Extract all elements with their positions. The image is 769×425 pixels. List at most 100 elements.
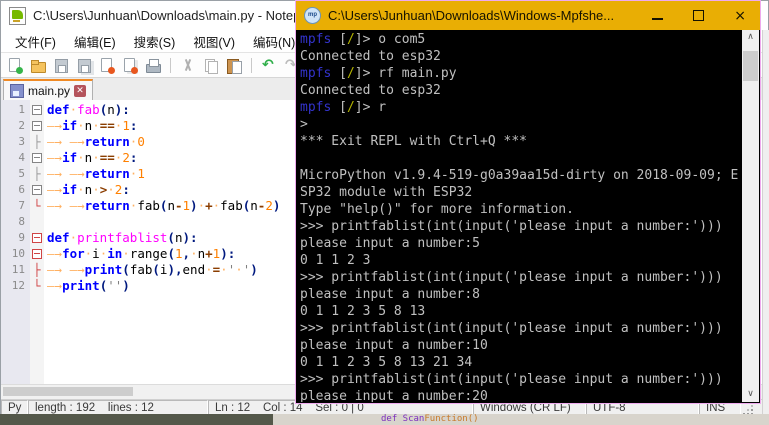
code-text: —→if·n·>·2: bbox=[47, 182, 130, 197]
scroll-up-icon[interactable]: ∧ bbox=[742, 30, 759, 45]
close-all-icon[interactable] bbox=[121, 57, 139, 74]
fold-marker[interactable] bbox=[30, 150, 44, 166]
line-number: 11 bbox=[11, 263, 25, 276]
code-text: —→ —→print(fab(i),end·=·'·') bbox=[47, 262, 258, 277]
menu-item-3[interactable]: 搜索(S) bbox=[125, 29, 185, 54]
fold-marker[interactable]: └ bbox=[30, 198, 44, 214]
undo-icon[interactable] bbox=[260, 57, 278, 74]
terminal-line: MicroPython v1.9.4-519-g0a39aa15d-dirty … bbox=[300, 168, 739, 183]
terminal-line: > bbox=[300, 117, 308, 132]
toolbar-separator bbox=[251, 57, 252, 73]
terminal-line: >>> printfablist(int(input('please input… bbox=[300, 219, 723, 234]
code-text: —→print('') bbox=[47, 278, 130, 293]
new-file-icon[interactable] bbox=[6, 57, 24, 74]
tab-close-icon[interactable]: ✕ bbox=[74, 84, 87, 97]
code-text: —→if·n·==·1: bbox=[47, 118, 138, 133]
minimize-button[interactable] bbox=[652, 18, 664, 20]
code-text: —→for·i·in·range(1,·n+1): bbox=[47, 246, 236, 261]
fold-marker[interactable] bbox=[30, 246, 44, 262]
scrollbar-thumb[interactable] bbox=[743, 51, 758, 81]
copy-icon[interactable] bbox=[202, 57, 220, 74]
terminal-line: please input a number:5 bbox=[300, 236, 481, 251]
saved-floppy-icon bbox=[10, 83, 24, 98]
hscrollbar-thumb[interactable] bbox=[3, 387, 133, 396]
line-number: 3 bbox=[18, 135, 25, 148]
background-window-code: def ScanFunction() bbox=[381, 414, 479, 424]
cut-icon[interactable] bbox=[179, 57, 197, 74]
code-text: —→ —→return·fab(n-1)·+·fab(n-2) bbox=[47, 198, 281, 213]
fold-marker[interactable]: ├ bbox=[30, 166, 44, 182]
paste-icon[interactable] bbox=[225, 57, 243, 74]
line-number: 6 bbox=[18, 183, 25, 196]
terminal-line: Connected to esp32 bbox=[300, 83, 441, 98]
background-window-code-area: def ScanFunction() bbox=[273, 414, 769, 425]
terminal-line: mpfs [/]> r bbox=[300, 100, 387, 115]
print-icon[interactable] bbox=[144, 57, 162, 74]
fold-marker[interactable] bbox=[30, 214, 44, 230]
toolbar-separator bbox=[170, 57, 171, 73]
notepad-app-icon bbox=[9, 6, 26, 25]
screen: C:\Users\Junhuan\Downloads\main.py - Not… bbox=[0, 0, 769, 425]
code-text: def·printfablist(n): bbox=[47, 230, 198, 245]
line-number: 10 bbox=[11, 247, 25, 260]
close-button[interactable]: × bbox=[734, 9, 746, 23]
menu-item-1[interactable]: 文件(F) bbox=[6, 29, 65, 54]
close-icon[interactable] bbox=[98, 57, 116, 74]
fold-marker[interactable]: ├ bbox=[30, 134, 44, 150]
code-text: —→if·n·==·2: bbox=[47, 150, 138, 165]
notepad-right-edge bbox=[762, 30, 769, 414]
background-window-dark-area bbox=[0, 414, 273, 425]
code-text: —→ —→return·0 bbox=[47, 134, 145, 149]
code-text: —→ —→return·1 bbox=[47, 166, 145, 181]
terminal-line: please input a number:8 bbox=[300, 287, 481, 302]
terminal-line: *** Exit REPL with Ctrl+Q *** bbox=[300, 134, 527, 149]
terminal-line: >>> printfablist(int(input('please input… bbox=[300, 372, 723, 387]
fold-marker[interactable] bbox=[30, 230, 44, 246]
menu-item-4[interactable]: 视图(V) bbox=[184, 29, 244, 54]
terminal-line: >>> printfablist(int(input('please input… bbox=[300, 270, 723, 285]
line-number: 9 bbox=[18, 231, 25, 244]
terminal-line: mpfs [/]> o com5 bbox=[300, 32, 426, 47]
tab-main-py[interactable]: main.py ✕ bbox=[3, 79, 94, 100]
terminal-scrollbar[interactable]: ∧ ∨ bbox=[742, 30, 759, 402]
terminal-window: mp C:\Users\Junhuan\Downloads\Windows-Mp… bbox=[295, 0, 761, 404]
terminal-line: SP32 module with ESP32 bbox=[300, 185, 473, 200]
line-number: 8 bbox=[18, 215, 25, 228]
menu-item-2[interactable]: 编辑(E) bbox=[65, 29, 125, 54]
fold-marker[interactable] bbox=[30, 182, 44, 198]
terminal-line: mpfs [/]> rf main.py bbox=[300, 66, 457, 81]
line-number: 2 bbox=[18, 119, 25, 132]
save-all-icon[interactable] bbox=[75, 57, 93, 74]
terminal-body[interactable]: mpfs [/]> o com5 Connected to esp32 mpfs [… bbox=[297, 30, 742, 402]
terminal-line: Type "help()" for more information. bbox=[300, 202, 574, 217]
terminal-line: >>> printfablist(int(input('please input… bbox=[300, 321, 723, 336]
open-file-icon[interactable] bbox=[29, 57, 47, 74]
terminal-line: 0 1 1 2 3 5 8 13 bbox=[300, 304, 426, 319]
terminal-line: Connected to esp32 bbox=[300, 49, 441, 64]
notepad-window-title: C:\Users\Junhuan\Downloads\main.py - Not… bbox=[33, 8, 330, 23]
line-number: 1 bbox=[18, 103, 25, 116]
terminal-line: please input a number:10 bbox=[300, 338, 488, 353]
line-number: 5 bbox=[18, 167, 25, 180]
terminal-line: 0 1 1 2 3 bbox=[300, 253, 371, 268]
terminal-titlebar[interactable]: mp C:\Users\Junhuan\Downloads\Windows-Mp… bbox=[296, 1, 760, 30]
fold-marker[interactable] bbox=[30, 118, 44, 134]
fold-marker[interactable] bbox=[30, 102, 44, 118]
line-number: 4 bbox=[18, 151, 25, 164]
fold-marker[interactable]: ├ bbox=[30, 262, 44, 278]
fold-marker[interactable]: └ bbox=[30, 278, 44, 294]
line-number: 12 bbox=[11, 279, 25, 292]
line-number: 7 bbox=[18, 199, 25, 212]
tab-label: main.py bbox=[28, 83, 71, 98]
scroll-down-icon[interactable]: ∨ bbox=[742, 387, 759, 402]
terminal-app-icon: mp bbox=[304, 7, 321, 24]
background-window-strip: def ScanFunction() bbox=[0, 414, 769, 425]
maximize-button[interactable] bbox=[693, 10, 705, 21]
terminal-line: please input a number:20 bbox=[300, 389, 488, 402]
terminal-window-title: C:\Users\Junhuan\Downloads\Windows-Mpfsh… bbox=[328, 8, 615, 23]
save-icon[interactable] bbox=[52, 57, 70, 74]
code-text: def·fab(n): bbox=[47, 102, 130, 117]
terminal-line: 0 1 1 2 3 5 8 13 21 34 bbox=[300, 355, 473, 370]
